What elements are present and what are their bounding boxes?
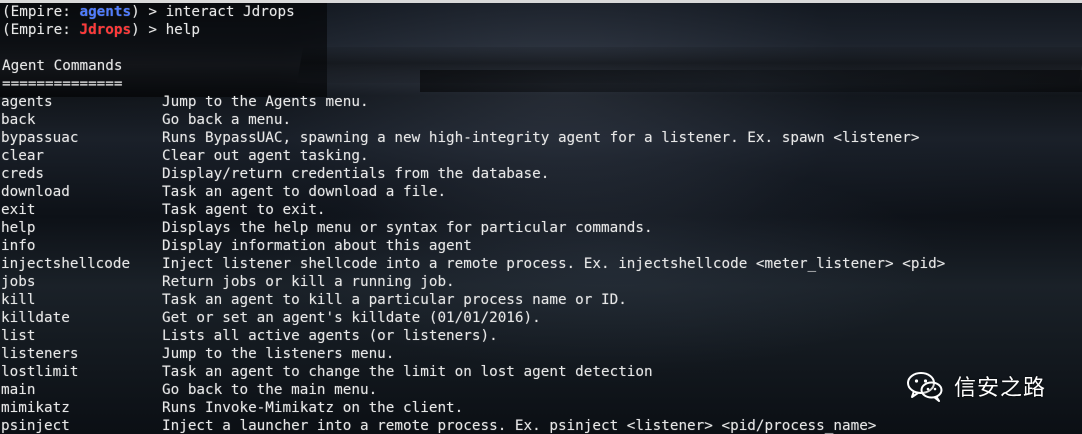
background-shoreline xyxy=(420,70,1082,92)
prompt-suffix: ) > xyxy=(131,22,166,38)
command-name: agents xyxy=(1,94,53,110)
watermark-text: 信安之路 xyxy=(953,376,1046,401)
command-description: Inject listener shellcode into a remote … xyxy=(162,256,946,272)
command-name: list xyxy=(1,328,36,344)
command-name: lostlimit xyxy=(1,364,79,380)
command-description: Display/return credentials from the data… xyxy=(162,166,550,182)
prompt-line-1: (Empire: agents) > interact Jdrops xyxy=(2,3,295,21)
command-name: bypassuac xyxy=(1,130,79,146)
prompt-prefix: (Empire: xyxy=(2,4,80,20)
prompt-command: interact Jdrops xyxy=(165,4,295,20)
command-name: download xyxy=(1,184,70,200)
terminal-window[interactable]: (Empire: agents) > interact Jdrops (Empi… xyxy=(0,0,1082,434)
prompt-suffix: ) > xyxy=(131,4,166,20)
command-description: Inject a launcher into a remote process.… xyxy=(162,418,877,434)
command-description: Jump to the listeners menu. xyxy=(162,346,395,362)
prompt-prefix: (Empire: xyxy=(2,22,80,38)
command-name: help xyxy=(1,220,36,236)
command-name: creds xyxy=(1,166,45,182)
command-description: Task agent to exit. xyxy=(162,202,326,218)
command-name: listeners xyxy=(1,346,79,362)
watermark: 信安之路 xyxy=(906,370,1046,402)
agent-commands-title: Agent Commands xyxy=(2,58,123,74)
command-description: Task an agent to change the limit on los… xyxy=(162,364,653,380)
prompt-line-2: (Empire: Jdrops) > help xyxy=(2,21,200,39)
command-name: psinject xyxy=(1,418,70,434)
wechat-icon xyxy=(906,372,943,402)
command-description: Task an agent to download a file. xyxy=(162,184,447,200)
command-description: Runs Invoke-Mimikatz on the client. xyxy=(162,400,464,416)
command-name: killdate xyxy=(1,310,70,326)
command-name: info xyxy=(1,238,36,254)
prompt-command: help xyxy=(165,22,200,38)
prompt-agent-agents: agents xyxy=(79,4,132,20)
command-name: back xyxy=(1,112,36,128)
command-description: Get or set an agent's killdate (01/01/20… xyxy=(162,310,541,326)
command-description: Go back to the main menu. xyxy=(162,382,378,398)
command-description: Task an agent to kill a particular proce… xyxy=(162,292,627,308)
command-description: Return jobs or kill a running job. xyxy=(162,274,455,290)
command-name: main xyxy=(1,382,36,398)
command-description: Jump to the Agents menu. xyxy=(162,94,369,110)
command-name: kill xyxy=(1,292,36,308)
command-description: Go back a menu. xyxy=(162,112,292,128)
agent-commands-rule: ============== xyxy=(2,76,123,92)
command-name: jobs xyxy=(1,274,36,290)
command-name: mimikatz xyxy=(1,400,70,416)
command-name: injectshellcode xyxy=(1,256,131,272)
command-description: Lists all active agents (or listeners). xyxy=(162,328,498,344)
command-description: Displays the help menu or syntax for par… xyxy=(162,220,653,236)
command-description: Runs BypassUAC, spawning a new high-inte… xyxy=(162,130,920,146)
command-description: Clear out agent tasking. xyxy=(162,148,369,164)
command-name: exit xyxy=(1,202,36,218)
prompt-agent-jdrops: Jdrops xyxy=(79,22,132,38)
command-name: clear xyxy=(1,148,45,164)
command-description: Display information about this agent xyxy=(162,238,472,254)
